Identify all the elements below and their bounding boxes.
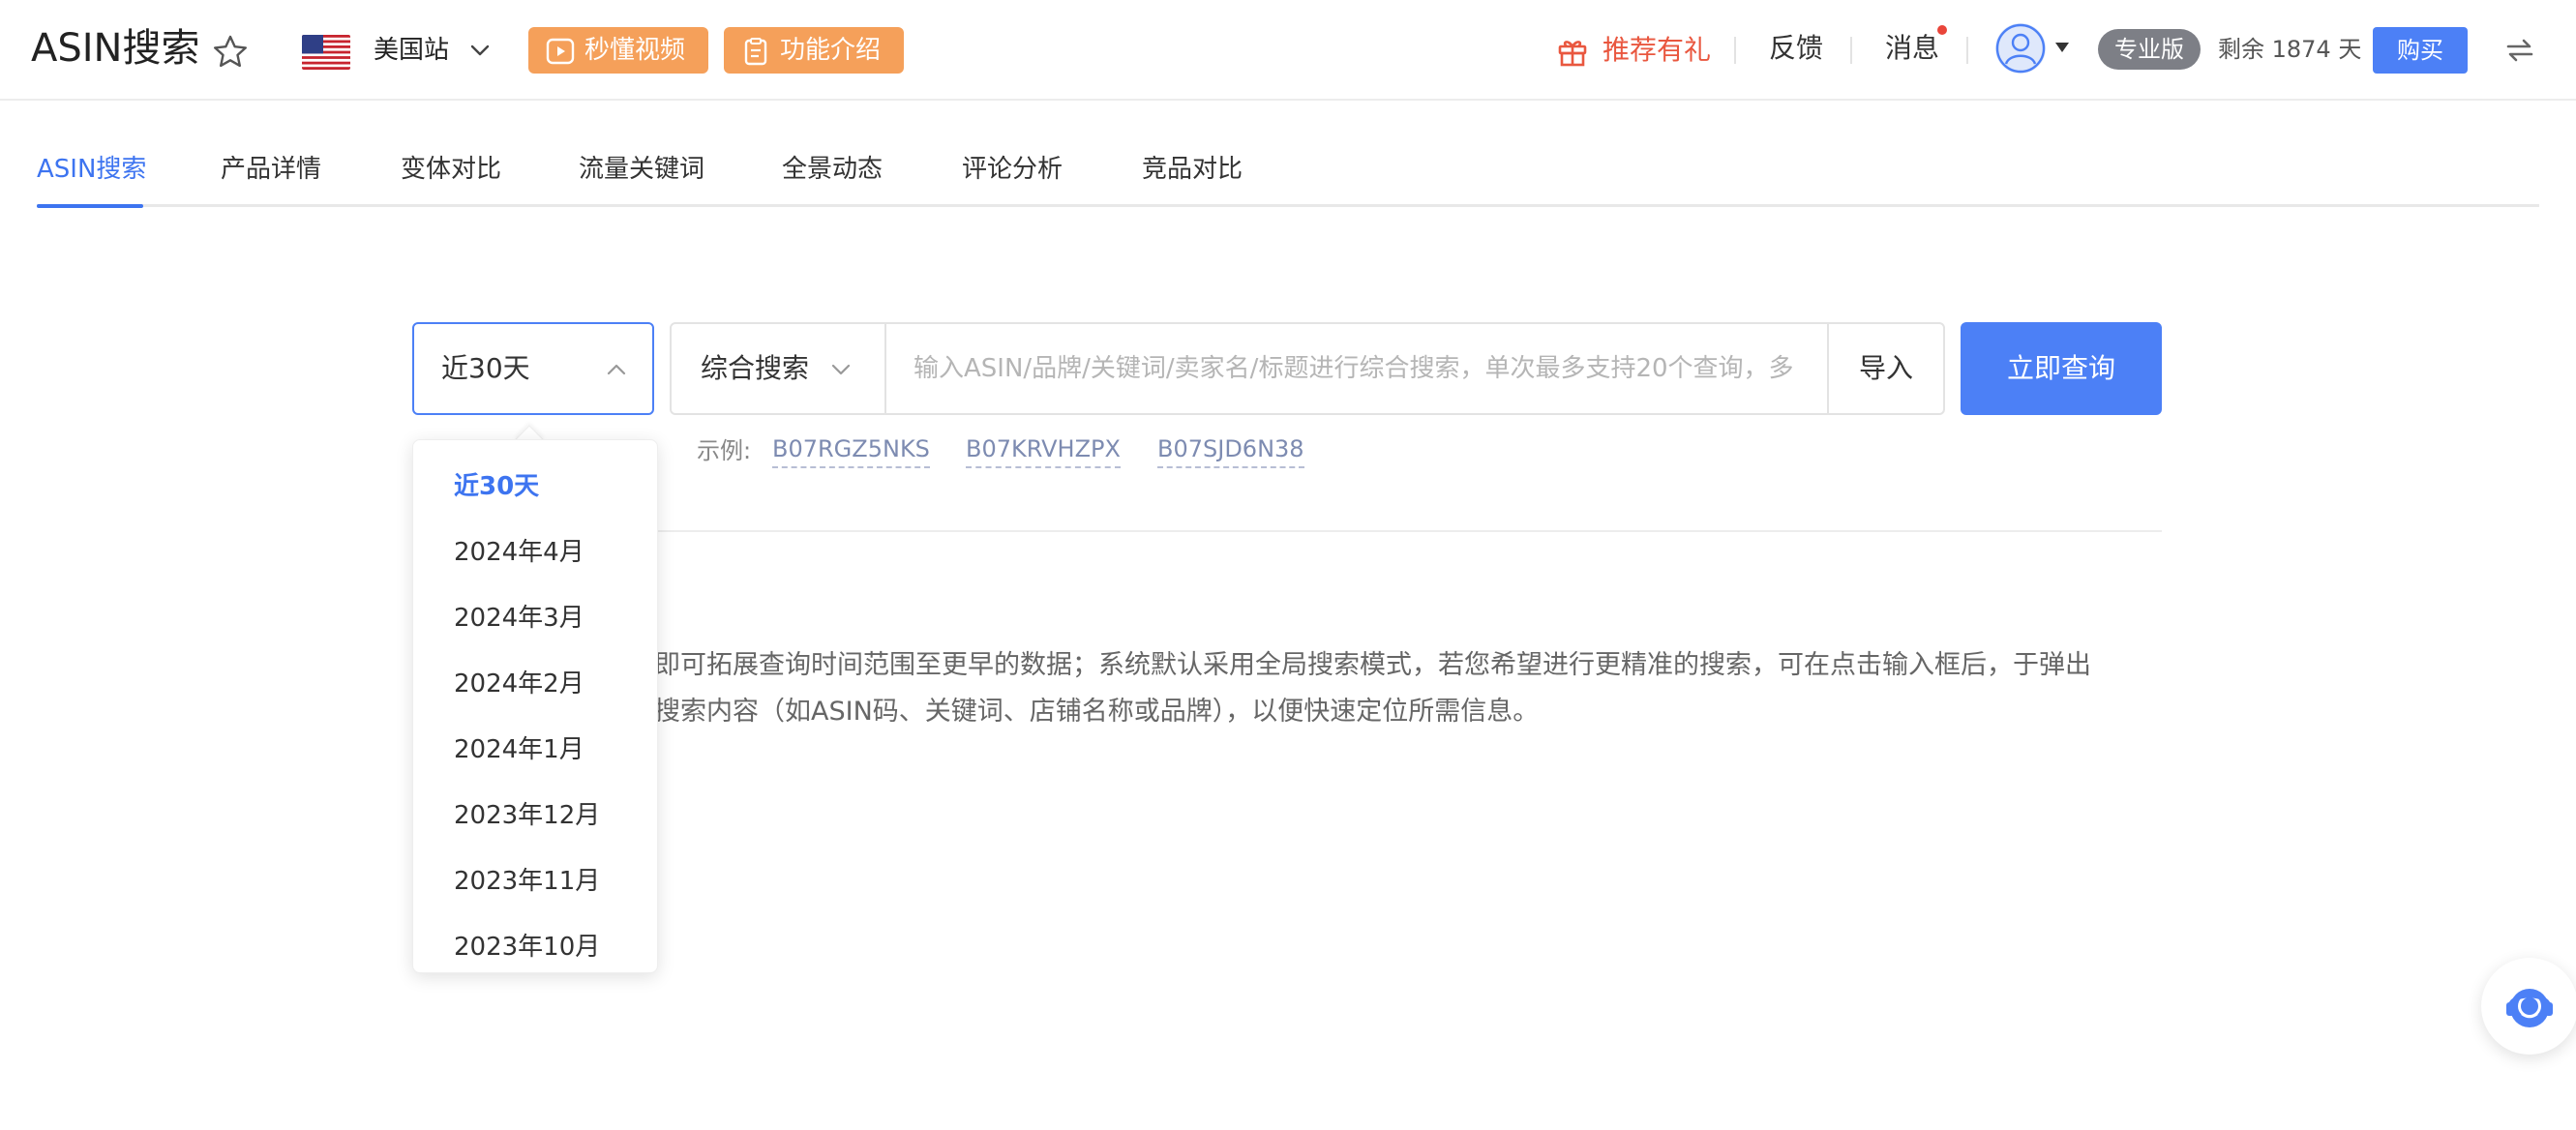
messages-link[interactable]: 消息 <box>1885 29 1939 68</box>
switch-arrows-icon[interactable] <box>2502 33 2537 68</box>
buy-button[interactable]: 购买 <box>2373 27 2468 74</box>
top-header: ASIN搜索 美国站 秒懂视频 功能介绍 推荐有礼 反馈 消息 专业版 剩余 1… <box>0 0 2576 101</box>
header-divider <box>1966 37 1968 64</box>
remaining-days: 剩余 1874 天 <box>2218 36 2362 63</box>
header-divider <box>1734 37 1736 64</box>
plan-badge: 专业版 <box>2098 29 2201 70</box>
search-mode-select[interactable]: 综合搜索 <box>672 324 886 413</box>
header-divider <box>1850 37 1852 64</box>
feedback-link[interactable]: 反馈 <box>1769 29 1823 68</box>
query-button[interactable]: 立即查询 <box>1961 322 2162 415</box>
period-option[interactable]: 2023年11月 <box>454 862 600 901</box>
period-option[interactable]: 2023年10月 <box>454 928 600 966</box>
period-dropdown: 近30天 2024年4月 2024年3月 2024年2月 2024年1月 202… <box>412 439 658 973</box>
star-icon[interactable] <box>211 33 250 72</box>
tab-product-details[interactable]: 产品详情 <box>221 145 321 207</box>
period-value: 近30天 <box>441 352 530 384</box>
gift-icon <box>1558 41 1587 67</box>
feature-intro-label: 功能介绍 <box>780 36 882 65</box>
import-button[interactable]: 导入 <box>1827 324 1943 413</box>
period-option[interactable]: 2024年3月 <box>454 599 584 638</box>
tab-bar: ASIN搜索 产品详情 变体对比 流量关键词 全景动态 评论分析 竞品对比 <box>37 145 2539 208</box>
unread-dot <box>1937 25 1947 35</box>
chevron-up-icon <box>607 364 626 375</box>
chevron-down-icon[interactable] <box>466 37 494 64</box>
period-option[interactable]: 近30天 <box>454 467 539 506</box>
tab-competitor-compare[interactable]: 竞品对比 <box>1142 145 1243 207</box>
tab-asin-search[interactable]: ASIN搜索 <box>37 145 146 207</box>
section-divider <box>412 530 2162 532</box>
examples-label: 示例: <box>697 437 752 464</box>
tab-traffic-keywords[interactable]: 流量关键词 <box>579 145 704 207</box>
customer-support-button[interactable] <box>2481 958 2576 1055</box>
period-select[interactable]: 近30天 <box>412 322 654 415</box>
active-tab-indicator <box>37 204 143 208</box>
referral-label: 推荐有礼 <box>1603 34 1712 66</box>
tutorial-video-label: 秒懂视频 <box>584 36 686 65</box>
feature-intro-button[interactable]: 功能介绍 <box>724 27 904 74</box>
example-asin-link[interactable]: B07SJD6N38 <box>1157 431 1304 468</box>
period-option[interactable]: 2024年1月 <box>454 730 584 769</box>
search-mode-value: 综合搜索 <box>701 352 810 384</box>
description-line: 即可拓展查询时间范围至更早的数据；系统默认采用全局搜索模式，若您希望进行更精准的… <box>654 650 2091 680</box>
period-option[interactable]: 2023年12月 <box>454 796 600 835</box>
page-title: ASIN搜索 <box>31 26 200 71</box>
us-flag-icon[interactable] <box>302 35 350 70</box>
search-group: 综合搜索 导入 <box>670 322 1945 415</box>
site-selector[interactable]: 美国站 <box>374 31 449 70</box>
clipboard-icon <box>744 38 767 66</box>
avatar[interactable] <box>1995 23 2046 74</box>
headset-support-icon <box>2506 989 2553 1027</box>
tab-review-analysis[interactable]: 评论分析 <box>962 145 1063 207</box>
search-input[interactable] <box>888 324 1825 413</box>
chevron-down-icon <box>831 364 851 375</box>
description-line: 搜索内容（如ASIN码、关键词、店铺名称或品牌），以便快速定位所需信息。 <box>654 697 1540 727</box>
caret-down-icon[interactable] <box>2053 41 2071 54</box>
tab-variant-compare[interactable]: 变体对比 <box>401 145 501 207</box>
example-asin-link[interactable]: B07RGZ5NKS <box>772 431 930 468</box>
period-option[interactable]: 2024年2月 <box>454 665 584 703</box>
tutorial-video-button[interactable]: 秒懂视频 <box>528 27 708 74</box>
period-option[interactable]: 2024年4月 <box>454 533 584 572</box>
play-video-icon <box>546 38 575 65</box>
user-icon <box>1995 23 2046 74</box>
example-asin-link[interactable]: B07KRVHZPX <box>966 431 1121 468</box>
tab-panorama[interactable]: 全景动态 <box>782 145 883 207</box>
